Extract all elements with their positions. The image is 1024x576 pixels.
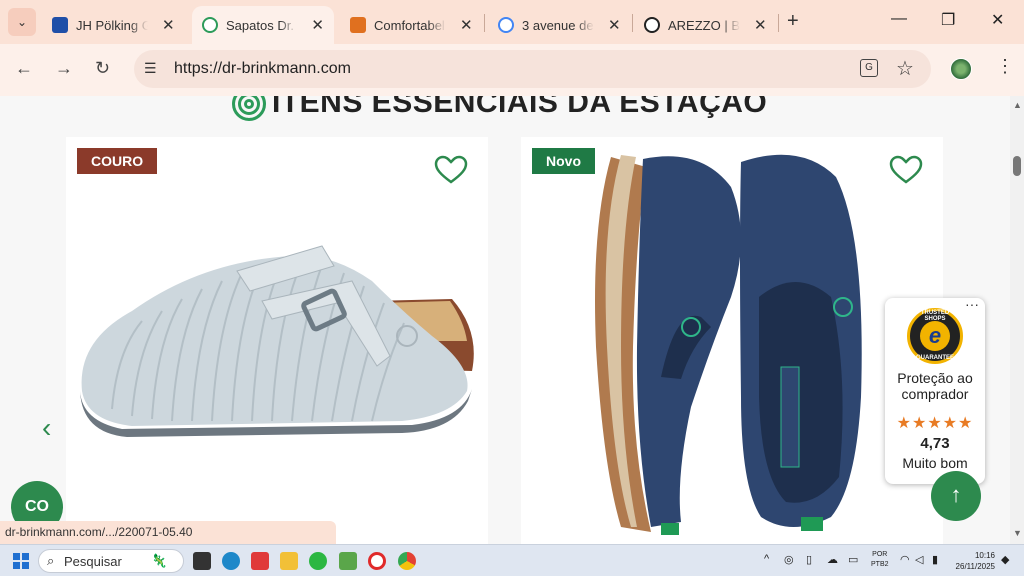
battery-icon[interactable]: ▮ bbox=[932, 553, 938, 566]
minimize-icon[interactable]: — bbox=[891, 10, 907, 28]
buyer-protection-label: Proteção ao comprador bbox=[897, 370, 973, 402]
felt-slipper-pair-image[interactable] bbox=[581, 147, 881, 537]
search-highlight-icon: 🦎 bbox=[151, 553, 168, 568]
opera-icon[interactable] bbox=[368, 552, 386, 570]
clog-image[interactable] bbox=[72, 241, 482, 441]
jh-polking-favicon-icon bbox=[52, 17, 68, 33]
notification-icon[interactable]: ◆ bbox=[1001, 553, 1009, 566]
browser-toolbar: ← → ↻ ☰ https://dr-brinkmann.com G ☆ ⋮ bbox=[0, 44, 1024, 96]
close-window-icon[interactable]: ✕ bbox=[991, 10, 1004, 30]
tab-jh-polking[interactable]: JH Pölking GmbH ✕ bbox=[52, 6, 175, 44]
tab-separator bbox=[484, 14, 485, 32]
tray-icon[interactable]: ▭ bbox=[848, 553, 858, 566]
wifi-icon[interactable]: ◠ bbox=[900, 553, 910, 566]
product-badge: COURO bbox=[77, 148, 158, 174]
translate-icon[interactable]: G bbox=[860, 59, 878, 77]
file-explorer-icon[interactable] bbox=[280, 552, 298, 570]
tab-dr-brinkmann[interactable]: Sapatos Dr. Brinkmann ✕ bbox=[192, 6, 334, 44]
tab-search-button[interactable]: ⌄ bbox=[8, 8, 36, 36]
lang-line1: POR bbox=[872, 551, 888, 558]
app-icon[interactable] bbox=[339, 552, 357, 570]
url-text[interactable]: https://dr-brinkmann.com bbox=[174, 60, 351, 78]
tab-title: 3 avenue des bbox=[522, 17, 594, 33]
spiral-logo-icon bbox=[232, 96, 266, 122]
clock-date: 26/11/2025 bbox=[955, 562, 995, 571]
search-placeholder: Pesquisar bbox=[64, 554, 122, 569]
browser-menu-icon[interactable]: ⋮ bbox=[996, 56, 1014, 77]
tab-comfortabel[interactable]: Comfortabel ✕ bbox=[350, 6, 473, 44]
product-card[interactable]: COURO bbox=[66, 137, 488, 544]
rating-verdict: Muito bom bbox=[902, 455, 968, 471]
trusted-shops-widget[interactable]: ··· TRUSTED SHOPS e GUARANTEE Proteção a… bbox=[885, 296, 985, 484]
new-tab-icon[interactable]: + bbox=[787, 10, 799, 33]
tab-title: AREZZO | Bolsas bbox=[668, 17, 740, 33]
back-icon[interactable]: ← bbox=[15, 58, 33, 79]
tab-arezzo[interactable]: AREZZO | Bolsas ✕ bbox=[644, 6, 767, 44]
clock-time: 10:16 bbox=[974, 551, 995, 560]
tray-overflow-icon[interactable]: ^ bbox=[764, 553, 769, 565]
carousel-prev-icon[interactable]: ‹ bbox=[42, 412, 51, 444]
tray-icon[interactable]: ☁ bbox=[827, 553, 838, 566]
page-content: ITENS ESSENCIAIS DA ESTAÇÃO COURO Novo ‹ bbox=[0, 96, 1010, 544]
tray-icon[interactable]: ▯ bbox=[806, 553, 812, 566]
tab-separator bbox=[632, 14, 633, 32]
arezzo-favicon-icon bbox=[644, 17, 660, 33]
page-scrollbar[interactable]: ▲ ▼ bbox=[1010, 96, 1024, 544]
windows-start-icon[interactable] bbox=[13, 553, 29, 569]
profile-avatar[interactable] bbox=[950, 58, 972, 80]
input-language[interactable]: POR PTB2 bbox=[871, 550, 889, 570]
windows-taskbar: ⌕ Pesquisar 🦎 ^ ◎ ▯ ☁ ▭ POR PTB2 ◠ ◁ ▮ 1… bbox=[0, 544, 1024, 576]
section-title-text: ITENS ESSENCIAIS DA ESTAÇÃO bbox=[272, 96, 768, 119]
tab-separator bbox=[778, 14, 779, 32]
tab-title: JH Pölking GmbH bbox=[76, 17, 148, 33]
scroll-up-icon[interactable]: ▲ bbox=[1013, 100, 1022, 110]
rating-score: 4,73 bbox=[920, 435, 950, 452]
search-icon: ⌕ bbox=[47, 553, 55, 568]
whatsapp-icon[interactable] bbox=[309, 552, 327, 570]
status-bar-url: dr-brinkmann.com/.../220071-05.40 bbox=[0, 521, 337, 544]
close-tab-icon[interactable]: ✕ bbox=[311, 16, 324, 34]
task-view-icon[interactable] bbox=[193, 552, 211, 570]
reload-icon[interactable]: ↻ bbox=[95, 58, 110, 79]
tray-icon[interactable]: ◎ bbox=[784, 553, 794, 566]
tab-title: Comfortabel bbox=[374, 17, 445, 33]
edge-icon[interactable] bbox=[222, 552, 240, 570]
comfortabel-favicon-icon bbox=[350, 17, 366, 33]
seal-letter: e bbox=[920, 321, 950, 351]
dr-brinkmann-favicon-icon bbox=[202, 17, 218, 33]
close-tab-icon[interactable]: ✕ bbox=[754, 16, 767, 34]
seal-bottom-text: GUARANTEE bbox=[915, 355, 954, 361]
taskbar-search-input[interactable]: ⌕ Pesquisar 🦎 bbox=[38, 549, 184, 573]
scroll-down-icon[interactable]: ▼ bbox=[1013, 528, 1022, 538]
widget-menu-icon[interactable]: ··· bbox=[965, 296, 979, 312]
site-settings-icon[interactable]: ☰ bbox=[144, 60, 157, 77]
restore-icon[interactable]: ❐ bbox=[941, 10, 955, 30]
tab-title: Sapatos Dr. Brinkmann bbox=[226, 17, 297, 33]
product-card[interactable]: Novo bbox=[521, 137, 943, 544]
tab-google-search[interactable]: 3 avenue des ✕ bbox=[498, 6, 621, 44]
trusted-shops-seal-icon: TRUSTED SHOPS e GUARANTEE bbox=[907, 308, 963, 364]
system-clock[interactable]: 10:16 26/11/2025 bbox=[955, 550, 995, 572]
forward-icon[interactable]: → bbox=[55, 58, 73, 79]
lang-line2: PTB2 bbox=[871, 561, 889, 568]
scroll-thumb[interactable] bbox=[1013, 156, 1021, 176]
anydesk-icon[interactable] bbox=[251, 552, 269, 570]
bookmark-star-icon[interactable]: ☆ bbox=[896, 56, 914, 81]
google-favicon-icon bbox=[498, 17, 514, 33]
rating-stars: ★★★★★ bbox=[896, 415, 974, 432]
section-title: ITENS ESSENCIAIS DA ESTAÇÃO bbox=[232, 96, 768, 122]
wishlist-heart-icon[interactable] bbox=[889, 155, 923, 185]
wishlist-heart-icon[interactable] bbox=[434, 155, 468, 185]
close-tab-icon[interactable]: ✕ bbox=[608, 16, 621, 34]
close-tab-icon[interactable]: ✕ bbox=[460, 16, 473, 34]
tab-strip: ⌄ JH Pölking GmbH ✕ Sapatos Dr. Brinkman… bbox=[0, 0, 1024, 44]
back-to-top-button[interactable]: ↑ bbox=[931, 471, 981, 521]
address-bar[interactable]: ☰ https://dr-brinkmann.com G ☆ bbox=[134, 50, 931, 88]
volume-icon[interactable]: ◁ bbox=[915, 553, 923, 566]
close-tab-icon[interactable]: ✕ bbox=[162, 16, 175, 34]
chrome-icon[interactable] bbox=[398, 552, 416, 570]
